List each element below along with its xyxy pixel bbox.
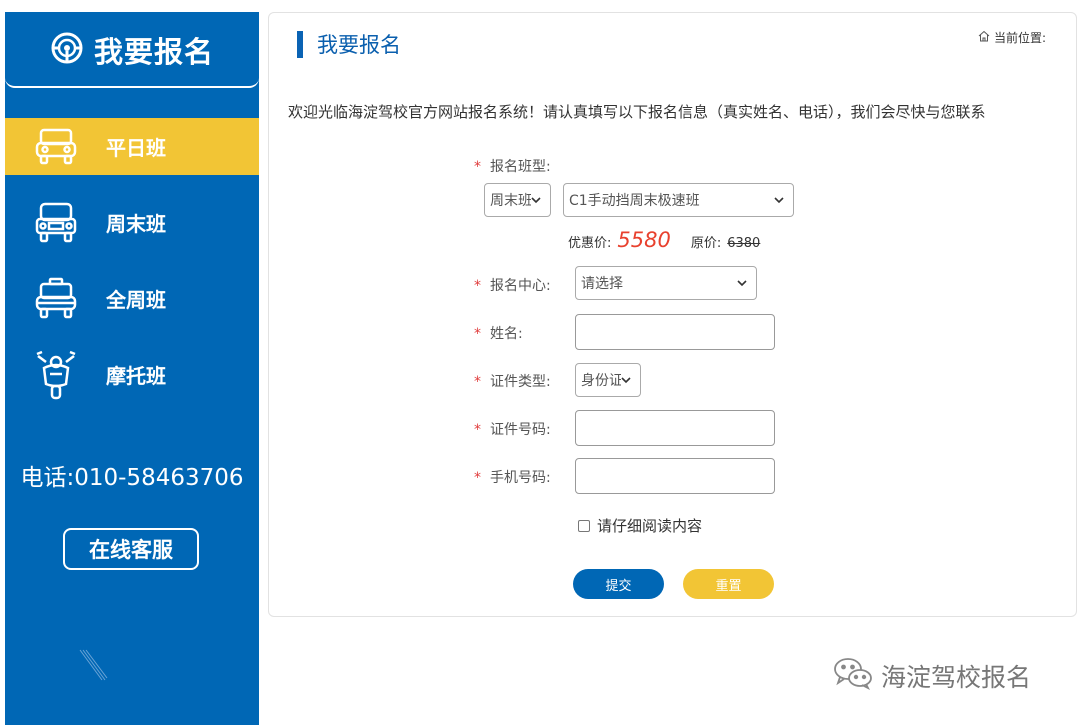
- car-front-icon: [27, 124, 85, 170]
- decorative-lines-icon: [79, 649, 108, 681]
- label-text: 报名班型:: [490, 159, 551, 175]
- required-mark: *: [474, 326, 481, 342]
- title-accent-bar: [297, 30, 303, 58]
- id-type-label: * 证件类型:: [474, 371, 551, 391]
- breadcrumb: 当前位置:: [978, 29, 1046, 46]
- mobile-input[interactable]: [575, 458, 775, 494]
- sidebar-item-fullweek[interactable]: 全周班: [5, 270, 259, 327]
- reset-button[interactable]: 重置: [683, 569, 774, 599]
- agree-label: 请仔细阅读内容: [597, 517, 703, 535]
- select-value: 请选择: [581, 276, 623, 292]
- class-category-select[interactable]: 周末班: [484, 183, 551, 217]
- page-title: 我要报名: [297, 29, 401, 59]
- id-type-select[interactable]: 身份证: [575, 363, 641, 397]
- original-price: 6380: [727, 236, 761, 251]
- select-value: 周末班: [490, 193, 531, 209]
- id-number-input[interactable]: [575, 410, 775, 446]
- agree-checkbox-row[interactable]: 请仔细阅读内容: [578, 515, 702, 536]
- name-label: * 姓名:: [474, 323, 523, 343]
- price-row: 优惠价: 5580 原价: 6380: [568, 228, 760, 252]
- chevron-down-icon: [774, 193, 788, 207]
- sale-price: 5580: [617, 228, 671, 252]
- select-value: 身份证: [581, 373, 621, 389]
- sidebar-item-label: 摩托班: [106, 364, 166, 388]
- required-mark: *: [474, 374, 481, 390]
- mobile-label: * 手机号码:: [474, 467, 551, 487]
- center-label: * 报名中心:: [474, 275, 551, 295]
- chevron-down-icon: [621, 373, 635, 387]
- required-mark: *: [474, 470, 481, 486]
- home-icon: [978, 30, 990, 45]
- contact-phone: 电话:010-58463706: [20, 465, 244, 491]
- submit-button[interactable]: 提交: [573, 569, 664, 599]
- watermark-text: 海淀驾校报名: [881, 663, 1032, 692]
- truck-front-icon: [27, 200, 85, 246]
- sidebar: 我要报名 平日班 周末班 全周班 摩托班 电话:010-58463706 在线客…: [5, 12, 259, 725]
- id-number-label: * 证件号码:: [474, 419, 551, 439]
- steering-wheel-icon: [50, 31, 84, 69]
- sidebar-item-label: 平日班: [106, 136, 166, 160]
- sidebar-item-weekend[interactable]: 周末班: [5, 194, 259, 251]
- sidebar-header: 我要报名: [5, 12, 259, 88]
- original-price-label: 原价:: [690, 236, 722, 251]
- sidebar-item-motorcycle[interactable]: 摩托班: [5, 346, 259, 403]
- class-type-label: * 报名班型:: [474, 156, 551, 176]
- name-input[interactable]: [575, 314, 775, 350]
- watermark: 海淀驾校报名: [833, 656, 1031, 696]
- label-text: 姓名:: [490, 326, 523, 342]
- sidebar-nav: 平日班 周末班 全周班 摩托班: [5, 118, 259, 422]
- breadcrumb-label: 当前位置:: [993, 31, 1046, 45]
- intro-text: 欢迎光临海淀驾校官方网站报名系统！请认真填写以下报名信息（真实姓名、电话），我们…: [288, 103, 986, 121]
- label-text: 证件类型:: [490, 374, 551, 390]
- required-mark: *: [474, 278, 481, 294]
- taxi-front-icon: [27, 276, 85, 322]
- label-text: 证件号码:: [490, 422, 551, 438]
- sidebar-item-weekday[interactable]: 平日班: [5, 118, 259, 175]
- sidebar-item-label: 全周班: [106, 288, 166, 312]
- label-text: 报名中心:: [490, 278, 551, 294]
- required-mark: *: [474, 159, 481, 175]
- chevron-down-icon: [531, 193, 545, 207]
- wechat-icon: [833, 656, 873, 696]
- brand-title: 我要报名: [93, 35, 214, 69]
- class-detail-select[interactable]: C1手动挡周末极速班: [563, 183, 794, 217]
- sale-price-label: 优惠价:: [568, 236, 612, 251]
- select-value: C1手动挡周末极速班: [569, 193, 700, 209]
- page-title-text: 我要报名: [317, 33, 401, 57]
- label-text: 手机号码:: [490, 470, 551, 486]
- required-mark: *: [474, 422, 481, 438]
- agree-checkbox[interactable]: [578, 519, 590, 532]
- motorcycle-icon: [27, 350, 85, 399]
- sidebar-item-label: 周末班: [106, 212, 166, 236]
- center-select[interactable]: 请选择: [575, 266, 757, 300]
- registration-panel: 我要报名 当前位置: 欢迎光临海淀驾校官方网站报名系统！请认真填写以下报名信息（…: [268, 12, 1077, 617]
- brand: 我要报名: [5, 12, 259, 88]
- online-service-button[interactable]: 在线客服: [63, 528, 199, 570]
- chevron-down-icon: [737, 276, 751, 290]
